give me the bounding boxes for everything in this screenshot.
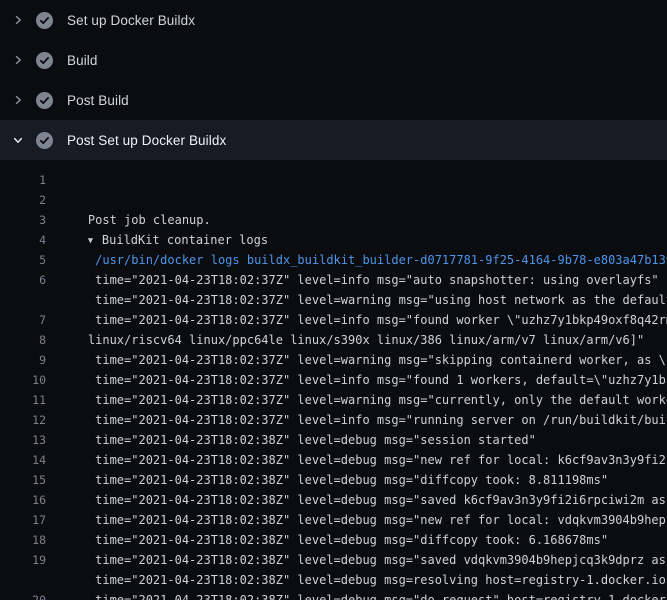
check-circle-icon (36, 92, 53, 109)
line-number[interactable]: 11 (0, 390, 46, 410)
check-circle-icon (36, 52, 53, 69)
log-line: 17 time="2021-04-23T18:02:38Z" level=deb… (0, 510, 667, 530)
line-number[interactable]: 4 (0, 230, 46, 250)
line-number[interactable]: 2 (0, 190, 46, 210)
chevron-right-icon (11, 53, 25, 67)
log-line: 5 time="2021-04-23T18:02:37Z" level=warn… (0, 250, 667, 270)
line-number[interactable]: 18 (0, 530, 46, 550)
log-panel: 1 Post job cleanup. 2 ▼BuildKit containe… (0, 160, 667, 600)
chevron-right-icon (11, 13, 25, 27)
log-line: 3 /usr/bin/docker logs buildx_buildkit_b… (0, 210, 667, 230)
log-line: 13 time="2021-04-23T18:02:38Z" level=deb… (0, 430, 667, 450)
step-row[interactable]: Build (0, 40, 667, 80)
line-number[interactable]: 13 (0, 430, 46, 450)
line-number[interactable]: 12 (0, 410, 46, 430)
step-row[interactable]: Post Build (0, 80, 667, 120)
line-number[interactable]: 17 (0, 510, 46, 530)
log-line: application/vnd.oci.image.index.v1+json,… (0, 570, 667, 590)
step-label: Build (67, 53, 98, 68)
log-line: 6 time="2021-04-23T18:02:37Z" level=info… (0, 270, 667, 290)
line-number[interactable]: 5 (0, 250, 46, 270)
log-line: 15 time="2021-04-23T18:02:38Z" level=deb… (0, 470, 667, 490)
check-circle-icon (36, 12, 53, 29)
log-line: 4 time="2021-04-23T18:02:37Z" level=info… (0, 230, 667, 250)
log-line: 8 time="2021-04-23T18:02:37Z" level=info… (0, 330, 667, 350)
log-line: 1 Post job cleanup. (0, 170, 667, 190)
line-number[interactable]: 1 (0, 170, 46, 190)
chevron-down-icon (11, 133, 25, 147)
log-line: 14 time="2021-04-23T18:02:38Z" level=deb… (0, 450, 667, 470)
log-line: 19 time="2021-04-23T18:02:38Z" level=deb… (0, 550, 667, 570)
line-number[interactable]: 7 (0, 310, 46, 330)
log-line: 20 time="2021-04-23T18:02:38Z" level=deb… (0, 590, 667, 600)
step-label: Post Build (67, 93, 129, 108)
log-line: 12 time="2021-04-23T18:02:38Z" level=deb… (0, 410, 667, 430)
line-number[interactable]: 6 (0, 270, 46, 290)
log-line: 16 time="2021-04-23T18:02:38Z" level=deb… (0, 490, 667, 510)
log-line: 11 time="2021-04-23T18:02:38Z" level=deb… (0, 390, 667, 410)
log-line: 10 time="2021-04-23T18:02:37Z" level=inf… (0, 370, 667, 390)
line-number[interactable]: 8 (0, 330, 46, 350)
step-row[interactable]: Post Set up Docker Buildx (0, 120, 667, 160)
line-number[interactable]: 10 (0, 370, 46, 390)
steps-panel: Set up Docker Buildx Build Post Build Po… (0, 0, 667, 160)
step-row[interactable]: Set up Docker Buildx (0, 0, 667, 40)
line-number[interactable]: 16 (0, 490, 46, 510)
check-circle-icon (36, 132, 53, 149)
step-label: Set up Docker Buildx (67, 13, 195, 28)
line-number[interactable]: 3 (0, 210, 46, 230)
log-line: 9 time="2021-04-23T18:02:37Z" level=warn… (0, 350, 667, 370)
log-line: 18 time="2021-04-23T18:02:38Z" level=deb… (0, 530, 667, 550)
line-number[interactable]: 15 (0, 470, 46, 490)
line-number[interactable]: 14 (0, 450, 46, 470)
line-number[interactable]: 20 (0, 590, 46, 600)
line-number[interactable]: 9 (0, 350, 46, 370)
log-line: linux/riscv64 linux/ppc64le linux/s390x … (0, 290, 667, 310)
chevron-right-icon (11, 93, 25, 107)
step-label: Post Set up Docker Buildx (67, 133, 226, 148)
log-line: 2 ▼BuildKit container logs (0, 190, 667, 210)
log-line: 7 time="2021-04-23T18:02:37Z" level=warn… (0, 310, 667, 330)
line-number[interactable]: 19 (0, 550, 46, 570)
